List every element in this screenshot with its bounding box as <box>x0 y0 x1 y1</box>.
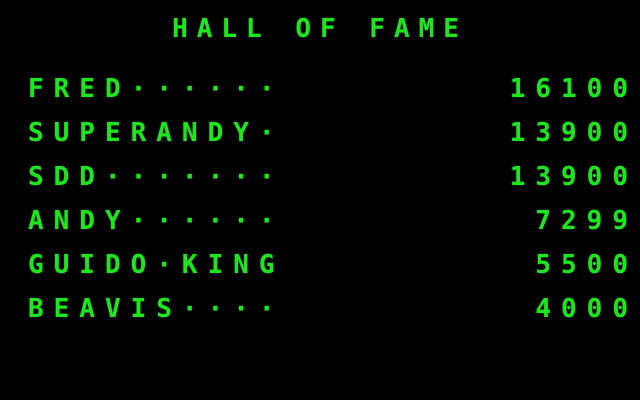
player-name: ANDY······ <box>28 206 285 236</box>
player-score: 7299 <box>535 206 638 236</box>
score-row: ANDY······ 7299 <box>28 204 628 238</box>
player-score: 4000 <box>535 294 638 324</box>
player-score: 5500 <box>535 250 638 280</box>
score-row: GUIDO·KING 5500 <box>28 248 628 282</box>
score-row: SDD······· 13900 <box>28 160 628 194</box>
score-row: BEAVIS···· 4000 <box>28 292 628 326</box>
player-name: SDD······· <box>28 162 285 192</box>
score-row: FRED······ 16100 <box>28 72 628 106</box>
score-row: SUPERANDY· 13900 <box>28 116 628 150</box>
hall-of-fame-screen: HALL OF FAME FRED······ 16100 SUPERANDY·… <box>0 0 640 400</box>
player-score: 13900 <box>509 118 638 148</box>
player-score: 16100 <box>509 74 638 104</box>
player-name: SUPERANDY· <box>28 118 285 148</box>
player-score: 13900 <box>509 162 638 192</box>
player-name: FRED······ <box>28 74 285 104</box>
player-name: GUIDO·KING <box>28 250 285 280</box>
screen-title: HALL OF FAME <box>172 14 468 44</box>
player-name: BEAVIS···· <box>28 294 285 324</box>
